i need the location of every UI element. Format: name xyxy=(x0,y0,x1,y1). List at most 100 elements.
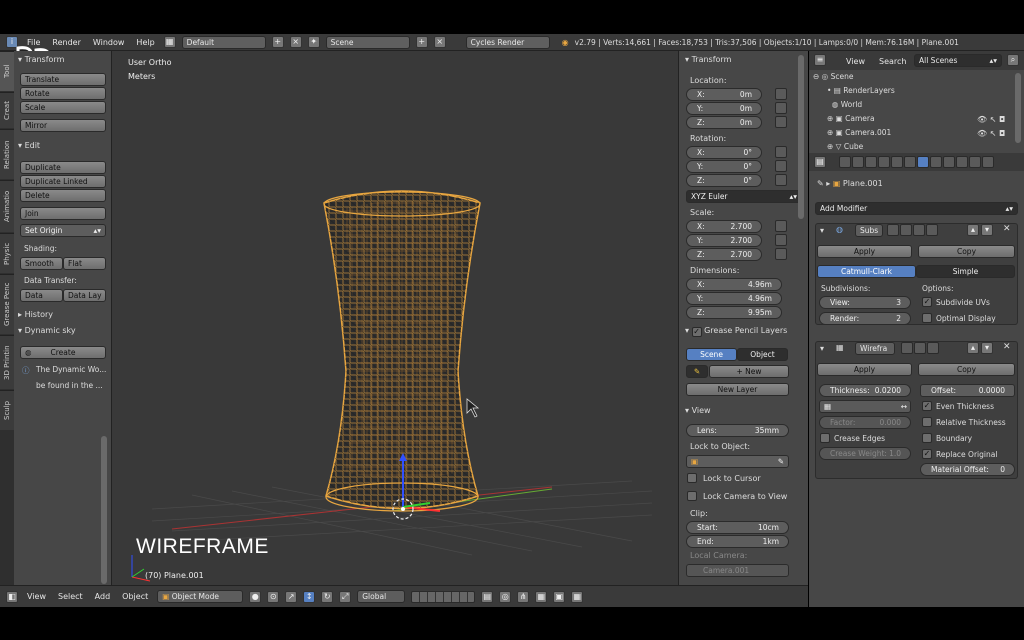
toolshelf-scrollbar[interactable] xyxy=(101,436,107,584)
transform-panel-header[interactable]: ▾ Transform xyxy=(18,55,64,64)
material-tab-icon[interactable] xyxy=(943,156,955,168)
shading-mode-icon[interactable]: ● xyxy=(249,590,262,603)
remove-layout-icon[interactable]: × xyxy=(289,36,302,48)
wireframe-name-field[interactable]: Wirefra xyxy=(855,342,895,355)
gp-scene-tab[interactable]: Scene xyxy=(686,348,737,361)
local-camera-field[interactable]: Camera.001 xyxy=(686,564,789,577)
dimension-y-field[interactable]: Y: 4.96m xyxy=(686,292,782,305)
flat-button[interactable]: Flat xyxy=(63,257,106,270)
scale-manipulator-icon[interactable]: ⤢ xyxy=(339,590,352,603)
duplicate-button[interactable]: Duplicate xyxy=(20,161,106,174)
edit-panel-header[interactable]: ▾ Edit xyxy=(18,141,40,150)
clip-end-field[interactable]: End: 1km xyxy=(686,535,789,548)
manipulator-toggle-icon[interactable]: ↗ xyxy=(285,590,298,603)
translate-button[interactable]: Translate xyxy=(20,73,106,86)
simple-tab[interactable]: Simple xyxy=(916,265,1015,278)
scale-z-field[interactable]: Z: 2.700 xyxy=(686,248,762,261)
3d-view-editor-icon[interactable]: ◧ xyxy=(6,590,18,603)
create-sky-button[interactable]: ◍ Create xyxy=(20,346,106,359)
add-scene-icon[interactable]: + xyxy=(415,36,428,48)
add-layout-icon[interactable]: + xyxy=(271,36,284,48)
render-tab-icon[interactable] xyxy=(839,156,851,168)
snap-element-icon[interactable]: ▦ xyxy=(535,590,548,603)
wireframe-move-up-icon[interactable]: ▴ xyxy=(967,342,979,354)
world-tab-icon[interactable] xyxy=(878,156,890,168)
catmull-clark-tab[interactable]: Catmull-Clark xyxy=(817,265,916,278)
grease-pencil-checkbox[interactable]: ✓ xyxy=(691,327,702,337)
lock-scale-z-icon[interactable] xyxy=(775,248,787,260)
subsurf-apply-button[interactable]: Apply xyxy=(817,245,912,258)
lock-scale-x-icon[interactable] xyxy=(775,220,787,232)
render-toggle-icon[interactable] xyxy=(913,224,925,236)
crease-edges-checkbox[interactable] xyxy=(820,433,830,443)
outliner-item-camera[interactable]: ⊕ ▣ Camera xyxy=(827,114,875,123)
layout-field[interactable]: Default xyxy=(181,35,266,49)
tab-grease-pencil[interactable]: Grease Penc xyxy=(0,274,14,334)
npanel-scrollbar[interactable] xyxy=(798,55,804,219)
menu-view[interactable]: View xyxy=(24,592,49,601)
mirror-button[interactable]: Mirror xyxy=(20,119,106,132)
scene-canvas[interactable] xyxy=(112,51,678,585)
dimension-x-field[interactable]: X: 4.96m xyxy=(686,278,782,291)
snap-toggle-icon[interactable]: ⋔ xyxy=(517,590,530,603)
scale-button[interactable]: Scale xyxy=(20,101,106,114)
crease-weight-field[interactable]: Crease Weight: 1.0 xyxy=(819,447,911,460)
replace-original-checkbox[interactable]: ✓ xyxy=(922,449,932,459)
modifiers-tab-icon[interactable] xyxy=(917,156,929,168)
visibility-icons-2[interactable]: 👁 ↖ ◘ xyxy=(977,129,1005,138)
physics-tab-icon[interactable] xyxy=(982,156,994,168)
constraints-tab-icon[interactable] xyxy=(904,156,916,168)
layer-buttons[interactable] xyxy=(411,590,476,603)
wireframe-apply-button[interactable]: Apply xyxy=(817,363,912,376)
rotation-x-field[interactable]: X: 0° xyxy=(686,146,762,159)
menu-window[interactable]: Window xyxy=(90,38,128,47)
subsurf-name-field[interactable]: Subs xyxy=(855,224,883,237)
subsurf-move-up-icon[interactable]: ▴ xyxy=(967,224,979,236)
material-offset-field[interactable]: Material Offset: 0 xyxy=(920,463,1015,476)
menu-add[interactable]: Add xyxy=(92,592,114,601)
tab-3d-printing[interactable]: 3D Printin xyxy=(0,335,14,389)
wireframe-collapse-icon[interactable]: ▾ xyxy=(820,344,824,353)
lock-rotation-z-icon[interactable] xyxy=(775,174,787,186)
visibility-icons[interactable]: 👁 ↖ ◘ xyxy=(977,115,1005,124)
join-button[interactable]: Join xyxy=(20,207,106,220)
transform-header[interactable]: ▾ Transform xyxy=(685,55,731,64)
even-thickness-checkbox[interactable]: ✓ xyxy=(922,401,932,411)
tab-tools[interactable]: Tool xyxy=(0,51,14,91)
location-x-field[interactable]: X: 0m xyxy=(686,88,762,101)
wf-render-toggle-icon[interactable] xyxy=(927,342,939,354)
optimal-display-checkbox[interactable] xyxy=(922,313,932,323)
tab-physics[interactable]: Physic xyxy=(0,233,14,273)
location-y-field[interactable]: Y: 0m xyxy=(686,102,762,115)
lock-scale-y-icon[interactable] xyxy=(775,234,787,246)
wf-editmode-toggle-icon[interactable] xyxy=(901,342,913,354)
translate-manipulator-icon[interactable]: ↕ xyxy=(303,590,316,603)
duplicate-linked-button[interactable]: Duplicate Linked xyxy=(20,175,106,188)
tab-sculpt[interactable]: Sculp xyxy=(0,390,14,430)
data-layout-button[interactable]: Data Lay xyxy=(63,289,106,302)
outliner-scrollbar[interactable] xyxy=(1015,73,1021,143)
data-tab-icon[interactable] xyxy=(930,156,942,168)
offset-field[interactable]: Offset: 0.0000 xyxy=(920,384,1015,397)
particles-tab-icon[interactable] xyxy=(969,156,981,168)
gp-new-layer-button[interactable]: New Layer xyxy=(686,383,789,396)
rotation-y-field[interactable]: Y: 0° xyxy=(686,160,762,173)
viewport-toggle-icon[interactable] xyxy=(900,224,912,236)
scene-field[interactable]: Scene xyxy=(325,35,410,49)
gp-object-tab[interactable]: Object xyxy=(737,348,788,361)
wireframe-move-down-icon[interactable]: ▾ xyxy=(981,342,993,354)
layer-lock-icon[interactable]: ▤ xyxy=(481,590,494,603)
layout-icon[interactable]: ▦ xyxy=(163,36,176,48)
outliner-filter-select[interactable]: All Scenes ▴▾ xyxy=(914,54,1002,67)
menu-help[interactable]: Help xyxy=(133,38,157,47)
delete-button[interactable]: Delete xyxy=(20,189,106,202)
rotate-manipulator-icon[interactable]: ↻ xyxy=(321,590,334,603)
scene-tab-icon[interactable] xyxy=(865,156,877,168)
outliner-item-renderlayers[interactable]: • ▤ RenderLayers xyxy=(827,86,895,95)
rotation-mode-select[interactable]: XYZ Euler ▴▾ xyxy=(686,190,802,203)
lock-rotation-x-icon[interactable] xyxy=(775,146,787,158)
relative-thickness-checkbox[interactable] xyxy=(922,417,932,427)
tab-create[interactable]: Creat xyxy=(0,92,14,128)
subsurf-copy-button[interactable]: Copy xyxy=(918,245,1015,258)
add-modifier-select[interactable]: Add Modifier ▴▾ xyxy=(815,202,1018,215)
